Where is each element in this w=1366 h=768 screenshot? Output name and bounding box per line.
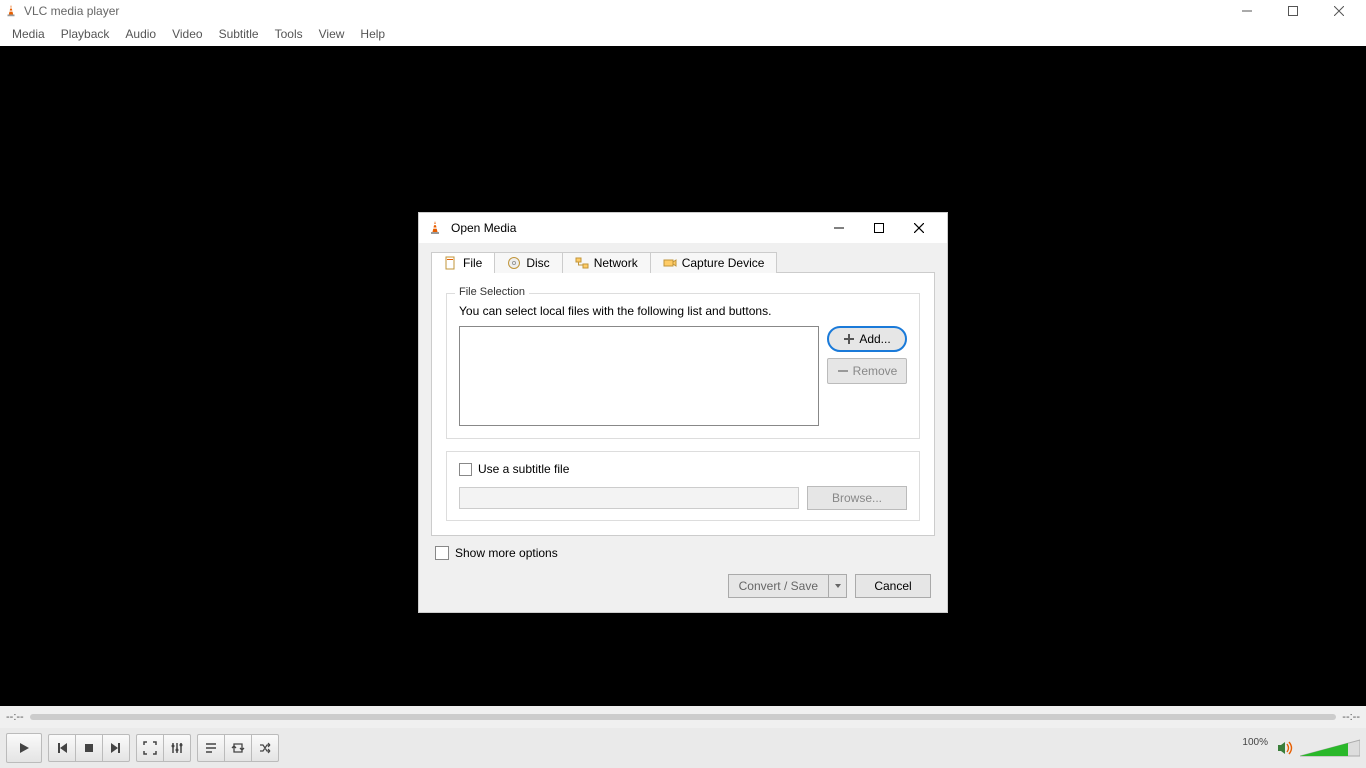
menu-media[interactable]: Media [4,24,53,44]
menu-tools[interactable]: Tools [267,24,311,44]
vlc-cone-icon [427,220,443,236]
tab-file[interactable]: File [431,252,495,273]
tab-panel-file: File Selection You can select local file… [431,272,935,536]
tab-network[interactable]: Network [562,252,651,273]
convert-save-dropdown[interactable] [829,574,847,598]
fullscreen-button[interactable] [136,734,164,762]
file-icon [444,256,458,270]
open-media-dialog: Open Media File Disc Network [418,212,948,613]
menu-video[interactable]: Video [164,24,210,44]
elapsed-time: --:-- [6,711,24,723]
controls-bar: 100% [0,728,1366,768]
dialog-maximize-button[interactable] [859,214,899,242]
remove-label: Remove [853,364,898,378]
speaker-icon[interactable] [1276,739,1294,757]
previous-button[interactable] [48,734,76,762]
tab-disc[interactable]: Disc [494,252,562,273]
vlc-cone-icon [4,4,18,18]
menu-view[interactable]: View [311,24,353,44]
capture-icon [663,256,677,270]
random-button[interactable] [251,734,279,762]
file-selection-description: You can select local files with the foll… [459,304,907,318]
seek-track[interactable] [30,714,1337,720]
tab-capture-device[interactable]: Capture Device [650,252,778,273]
menu-playback[interactable]: Playback [53,24,118,44]
plus-icon [843,333,855,345]
extended-settings-button[interactable] [163,734,191,762]
dialog-tabs: File Disc Network Capture Device [431,252,935,273]
convert-save-label: Convert / Save [739,579,818,593]
dialog-titlebar: Open Media [419,213,947,243]
menu-audio[interactable]: Audio [117,24,164,44]
add-file-button[interactable]: Add... [827,326,907,352]
minus-icon [837,365,849,377]
tab-file-label: File [463,256,482,270]
file-list[interactable] [459,326,819,426]
volume-slider[interactable] [1300,738,1360,758]
show-more-options-checkbox[interactable] [435,546,449,560]
show-more-options-label: Show more options [455,546,558,560]
browse-label: Browse... [832,491,882,505]
menu-help[interactable]: Help [352,24,393,44]
window-maximize-button[interactable] [1270,0,1316,22]
add-label: Add... [859,332,890,346]
video-area: Open Media File Disc Network [0,46,1366,706]
browse-subtitle-button[interactable]: Browse... [807,486,907,510]
total-time: --:-- [1342,711,1360,723]
dialog-body: File Disc Network Capture Device File Se [419,243,947,612]
loop-button[interactable] [224,734,252,762]
subtitle-group: Use a subtitle file Browse... [446,451,920,521]
tab-capture-label: Capture Device [682,256,765,270]
dialog-minimize-button[interactable] [819,214,859,242]
main-titlebar: VLC media player [0,0,1366,22]
use-subtitle-checkbox[interactable] [459,463,472,476]
file-selection-fieldset: File Selection You can select local file… [446,293,920,439]
network-icon [575,256,589,270]
cancel-button[interactable]: Cancel [855,574,931,598]
menu-subtitle[interactable]: Subtitle [211,24,267,44]
volume-label: 100% [1242,737,1268,748]
window-minimize-button[interactable] [1224,0,1270,22]
play-button[interactable] [6,733,42,763]
next-button[interactable] [102,734,130,762]
file-selection-legend: File Selection [455,286,529,298]
convert-save-button[interactable]: Convert / Save [728,574,847,598]
dialog-title: Open Media [451,221,516,235]
dialog-bottom: Show more options Convert / Save Cancel [431,536,935,604]
subtitle-path-input[interactable] [459,487,799,509]
playlist-button[interactable] [197,734,225,762]
use-subtitle-label: Use a subtitle file [478,462,569,476]
main-window-title: VLC media player [24,4,119,18]
disc-icon [507,256,521,270]
window-close-button[interactable] [1316,0,1362,22]
menu-bar: Media Playback Audio Video Subtitle Tool… [0,22,1366,46]
seek-bar: --:-- --:-- [0,706,1366,728]
dialog-close-button[interactable] [899,214,939,242]
remove-file-button[interactable]: Remove [827,358,907,384]
tab-network-label: Network [594,256,638,270]
tab-disc-label: Disc [526,256,549,270]
cancel-label: Cancel [874,579,911,593]
stop-button[interactable] [75,734,103,762]
